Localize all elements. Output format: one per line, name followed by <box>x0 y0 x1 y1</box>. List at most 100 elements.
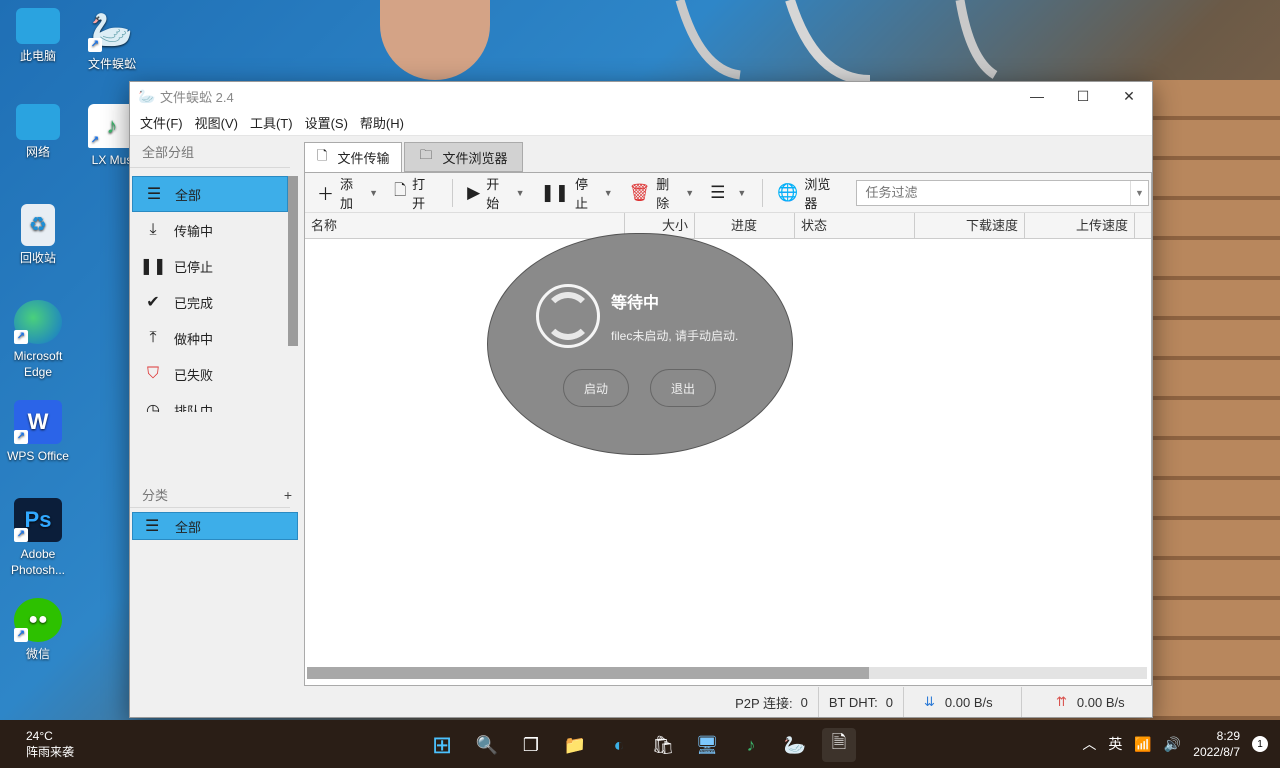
goose-icon[interactable]: 🦢 <box>778 728 812 762</box>
waiting-dialog: 等待中 filec未启动, 请手动启动. 启动 退出 <box>487 233 793 455</box>
volume-icon[interactable]: 🔊 <box>1164 736 1181 753</box>
stop-button[interactable]: ❚❚ 停止 ▼ <box>541 174 613 212</box>
desktop-icon-label: 此电脑 <box>19 49 56 63</box>
ime-indicator[interactable]: 英 <box>1108 734 1122 754</box>
computer-icon <box>16 8 60 44</box>
category-header-label: 分类 <box>142 488 169 503</box>
sidebar-item-stopped[interactable]: ❚❚ 已停止 <box>132 248 288 284</box>
sidebar-item-queued[interactable]: ◷ 排队中 <box>132 392 288 412</box>
down-arrow-icon: ⇊ <box>924 694 935 709</box>
toolbar: ＋ 添加 ▼ 🗋 打开 ▶ 开始 ▼ ❚❚ 停止 ▼ 🗑 删除 ▼ ☰ ▼ 🌐 … <box>305 173 1151 213</box>
column-name[interactable]: 名称 <box>305 213 625 239</box>
download-icon: ⤓ <box>149 221 157 238</box>
weather-widget[interactable]: 24°C 阵雨来袭 <box>26 728 74 760</box>
desktop-icon-wps[interactable]: W ↗ WPS Office <box>0 400 76 464</box>
start-button[interactable]: ⊞ <box>425 728 459 762</box>
desktop-icon-network[interactable]: 网络 <box>0 104 76 160</box>
sidebar-item-label: 已完成 <box>174 295 214 311</box>
error-shield-icon: ⛉ <box>146 365 159 382</box>
tab-file-transfer[interactable]: 🗋 文件传输 <box>304 142 403 172</box>
browser-label: 浏览器 <box>804 176 831 211</box>
task-filter-input[interactable] <box>857 185 1130 200</box>
desktop-icon-goose[interactable]: 🦢 ↗ 文件蜈蚣 <box>74 8 150 72</box>
sidebar-item-failed[interactable]: ⛉ 已失败 <box>132 356 288 392</box>
p2p-status: P2P 连接: 0 <box>725 687 819 717</box>
active-app-icon[interactable]: 🗎 <box>822 728 856 762</box>
desktop-icon-wechat[interactable]: ●● ↗ 微信 <box>0 598 76 662</box>
chevron-down-icon[interactable]: ▼ <box>369 188 378 198</box>
delete-label: 删除 <box>656 176 670 211</box>
horizontal-scrollbar[interactable] <box>307 667 1147 679</box>
menu-tools[interactable]: 工具(T) <box>244 113 299 132</box>
open-button[interactable]: 🗋 打开 <box>394 174 436 212</box>
p2p-value: 0 <box>800 694 808 710</box>
main-area: 🗋 文件传输 🗀 文件浏览器 ＋ 添加 ▼ 🗋 打开 ▶ 开始 ▼ ❚❚ 停止 … <box>304 142 1152 686</box>
open-file-icon: 🗋 <box>394 182 407 199</box>
chevron-down-icon[interactable]: ▼ <box>604 188 613 198</box>
sidebar-item-completed[interactable]: ✔ 已完成 <box>132 284 288 320</box>
category-item-all[interactable]: ☰ 全部 <box>132 512 298 540</box>
sidebar-item-label: 做种中 <box>174 331 214 347</box>
more-menu-button[interactable]: ☰ ▼ <box>710 183 746 203</box>
tab-file-browser[interactable]: 🗀 文件浏览器 <box>404 142 523 172</box>
start-service-button[interactable]: 启动 <box>563 369 629 407</box>
start-button[interactable]: ▶ 开始 ▼ <box>467 174 524 212</box>
queue-icon: ◷ <box>146 402 160 412</box>
add-button[interactable]: ＋ 添加 ▼ <box>317 174 378 212</box>
upload-icon: ⤒ <box>149 329 157 346</box>
notification-badge[interactable]: 1 <box>1252 736 1268 752</box>
music-icon[interactable]: ♪ <box>734 728 768 762</box>
sidebar-item-label: 已失败 <box>174 367 214 383</box>
desktop-icon-label: 网络 <box>25 145 50 159</box>
photoshop-icon: Ps ↗ <box>14 498 62 542</box>
chevron-down-icon[interactable]: ▼ <box>1130 180 1148 205</box>
wechat-icon: ●● ↗ <box>14 598 62 642</box>
clock[interactable]: 8:29 2022/8/7 <box>1193 728 1240 760</box>
minimize-button[interactable]: — <box>1014 82 1060 110</box>
table-header: 名称 大小 进度 状态 下载速度 上传速度 <box>305 213 1151 239</box>
menu-view[interactable]: 视图(V) <box>189 113 244 132</box>
menu-help[interactable]: 帮助(H) <box>354 113 410 132</box>
task-view-icon[interactable]: ❐ <box>514 728 548 762</box>
sidebar-item-seeding[interactable]: ⤒ 做种中 <box>132 320 288 356</box>
menu-settings[interactable]: 设置(S) <box>299 113 354 132</box>
sidebar-item-transferring[interactable]: ⤓ 传输中 <box>132 212 288 248</box>
exit-button[interactable]: 退出 <box>650 369 716 407</box>
wifi-icon[interactable]: 📶 <box>1134 736 1151 753</box>
title-bar[interactable]: 🦢 文件蜈蚣 2.4 — ☐ ✕ <box>130 82 1152 110</box>
chevron-down-icon[interactable]: ▼ <box>516 188 525 198</box>
sidebar-scrollbar[interactable] <box>288 176 298 346</box>
tab-label: 文件浏览器 <box>442 150 508 166</box>
download-speed-status: ⇊ 0.00 B/s <box>904 687 1022 717</box>
transfer-panel: ＋ 添加 ▼ 🗋 打开 ▶ 开始 ▼ ❚❚ 停止 ▼ 🗑 删除 ▼ ☰ ▼ 🌐 … <box>304 172 1152 686</box>
column-upload-speed[interactable]: 上传速度 <box>1025 213 1135 239</box>
remote-desktop-icon[interactable]: 🖥 <box>690 728 724 762</box>
delete-button[interactable]: 🗑 删除 ▼ <box>629 174 694 212</box>
browser-button[interactable]: 🌐 浏览器 <box>777 174 840 212</box>
menu-file[interactable]: 文件(F) <box>134 113 189 132</box>
maximize-button[interactable]: ☐ <box>1060 82 1106 110</box>
add-category-button[interactable]: + <box>284 487 292 503</box>
desktop-icon-edge[interactable]: ↗ Microsoft Edge <box>0 300 76 380</box>
scrollbar-thumb[interactable] <box>307 667 869 679</box>
column-download-speed[interactable]: 下载速度 <box>915 213 1025 239</box>
chevron-up-icon[interactable]: ︿ <box>1082 734 1096 754</box>
taskbar: 24°C 阵雨来袭 ⊞ 🔍 ❐ 📁 ◐ 🛍 🖥 ♪ 🦢 🗎 ︿ 英 📶 🔊 8:… <box>0 720 1280 768</box>
file-explorer-icon[interactable]: 📁 <box>558 728 592 762</box>
search-icon[interactable]: 🔍 <box>470 728 504 762</box>
shortcut-arrow-icon: ↗ <box>88 134 102 148</box>
store-icon[interactable]: 🛍 <box>646 728 680 762</box>
desktop-icon-label: WPS Office <box>7 449 69 463</box>
edge-icon[interactable]: ◐ <box>602 728 636 762</box>
desktop-icon-photoshop[interactable]: Ps ↗ Adobe Photosh... <box>0 498 76 578</box>
plus-icon: ＋ <box>317 185 334 204</box>
column-progress[interactable]: 进度 <box>695 213 795 239</box>
column-status[interactable]: 状态 <box>795 213 915 239</box>
close-button[interactable]: ✕ <box>1106 82 1152 110</box>
chevron-down-icon[interactable]: ▼ <box>685 188 694 198</box>
desktop-icon-recycle-bin[interactable]: ♻ 回收站 <box>0 204 76 266</box>
check-icon: ✔ <box>146 294 160 311</box>
stop-label: 停止 <box>575 176 589 211</box>
sidebar-item-all[interactable]: ☰ 全部 <box>132 176 288 212</box>
desktop-icon-this-pc[interactable]: 此电脑 <box>0 8 76 64</box>
